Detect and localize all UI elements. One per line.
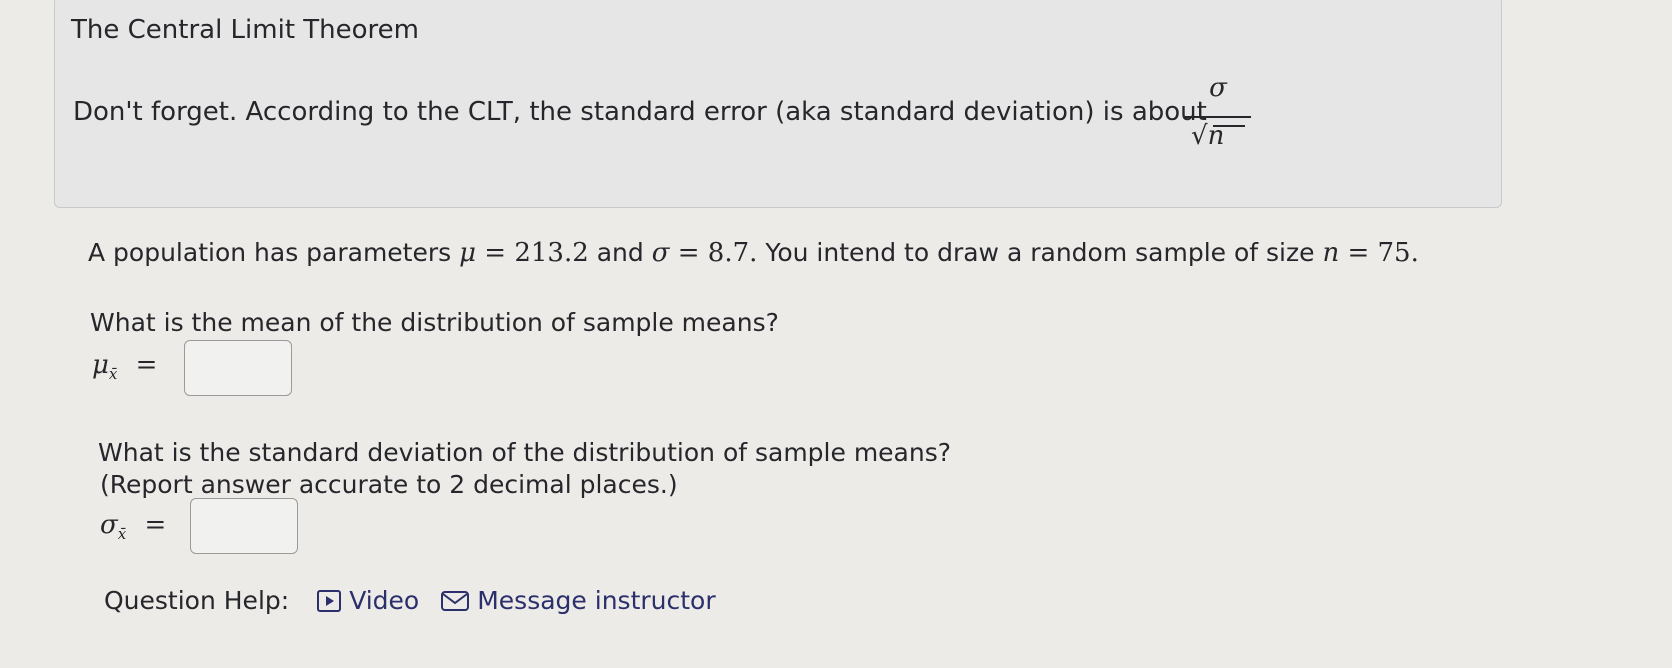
mu-xbar-symbol: μ — [92, 350, 109, 380]
radical-overline — [1213, 125, 1245, 127]
envelope-icon — [441, 590, 470, 611]
clt-info-box: The Central Limit Theorem Don't forget. … — [54, 0, 1502, 208]
xbar-subscript: x̄ — [108, 365, 118, 384]
and-text: and — [596, 238, 644, 267]
n-symbol: n — [1322, 238, 1340, 268]
play-icon — [317, 589, 342, 612]
mean-answer-input[interactable] — [184, 340, 292, 396]
info-text: Don't forget. According to the CLT, the … — [73, 97, 1207, 127]
sigma-value: = 8.7. — [677, 238, 758, 268]
equals-sign: = — [144, 510, 167, 540]
n-parameter: n = 75. — [1322, 238, 1418, 268]
question2-text-line2: (Report answer accurate to 2 decimal pla… — [100, 470, 678, 499]
statement-prefix: A population has parameters — [88, 238, 452, 267]
n-value: = 75. — [1347, 238, 1419, 268]
standard-error-formula: σ √n — [1185, 73, 1251, 163]
question-help-label: Question Help: — [104, 586, 290, 615]
sqrt-symbol: √ — [1191, 121, 1208, 151]
video-link-label: Video — [349, 586, 420, 615]
mu-parameter: μ = 213.2 — [459, 238, 589, 268]
sample-text: You intend to draw a random sample of si… — [765, 238, 1315, 267]
formula-denominator: √n — [1191, 121, 1245, 151]
equals-sign: = — [135, 350, 158, 380]
sd-answer-input[interactable] — [190, 498, 298, 554]
sigma-xbar-symbol: σ — [100, 510, 118, 540]
sd-sample-means-label: σx̄ = — [100, 510, 166, 543]
xbar-subscript: x̄ — [117, 525, 127, 544]
message-instructor-link[interactable]: Message instructor — [441, 586, 716, 615]
question2-text-line1: What is the standard deviation of the di… — [98, 438, 952, 467]
video-link[interactable]: Video — [317, 586, 419, 615]
fraction-bar — [1185, 116, 1251, 118]
question1-text: What is the mean of the distribution of … — [90, 308, 779, 337]
message-instructor-label: Message instructor — [477, 586, 716, 615]
sigma-symbol: σ — [651, 238, 670, 268]
info-title: The Central Limit Theorem — [71, 15, 419, 45]
problem-statement: A population has parameters μ = 213.2 an… — [88, 238, 1419, 268]
sigma-parameter: σ = 8.7. — [652, 238, 758, 268]
mean-sample-means-label: μx̄ = — [92, 350, 157, 383]
mu-value: = 213.2 — [484, 238, 589, 268]
mu-symbol: μ — [459, 238, 477, 268]
question-help: Question Help: Video Message instructor — [104, 586, 738, 615]
formula-numerator: σ — [1209, 73, 1227, 103]
